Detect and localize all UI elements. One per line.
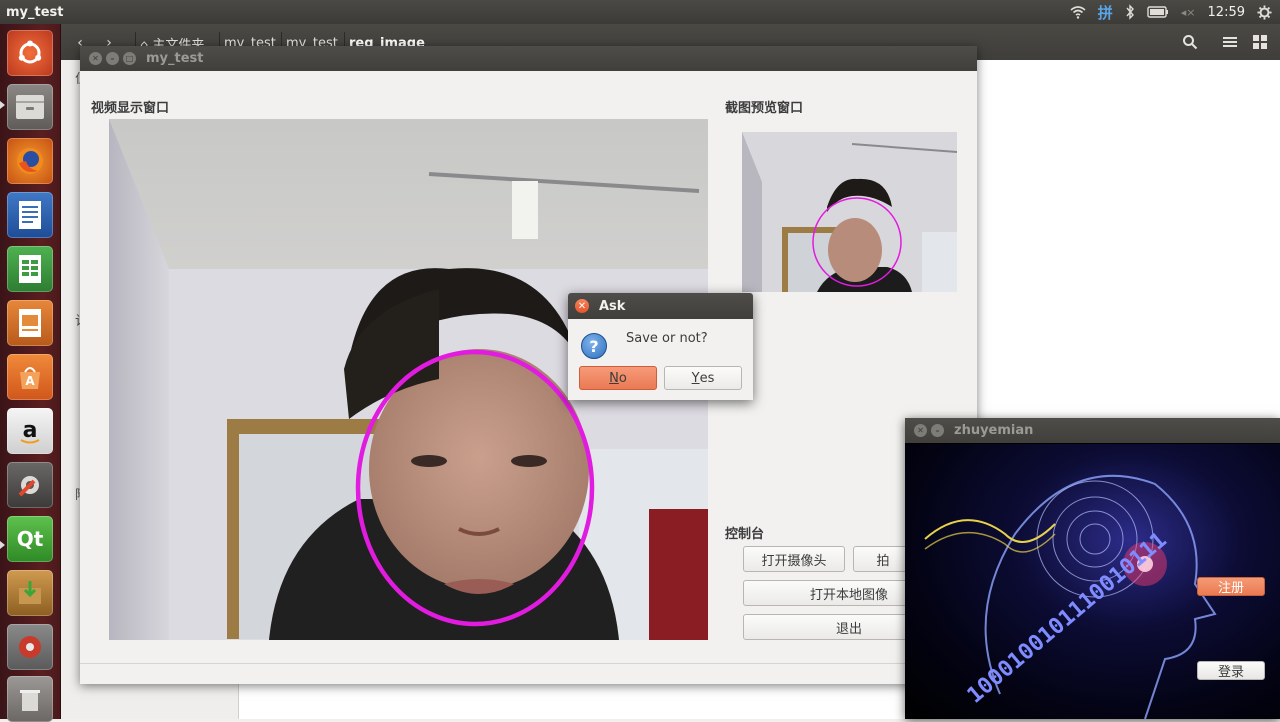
clock[interactable]: 12:59 — [1208, 5, 1245, 20]
input-method-icon[interactable]: 拼 — [1098, 2, 1113, 23]
calc-icon[interactable] — [7, 246, 53, 292]
ask-dialog-title: Ask — [599, 298, 626, 314]
files-icon[interactable] — [7, 84, 53, 130]
yes-button[interactable]: Yes — [664, 366, 742, 390]
preview-label: 截图预览窗口 — [725, 101, 804, 116]
minimize-icon[interactable]: – — [931, 424, 944, 437]
top-panel: my_test 拼 ◂× 12:59 — [0, 0, 1280, 24]
main-window: ✕ – □ my_test 视频显示窗口 截图预览窗口 控制台 打开摄像头 拍 … — [80, 46, 977, 684]
indicator-area: 拼 ◂× 12:59 — [1070, 0, 1272, 24]
zhuyemian-window: ✕ – zhuyemian 1000100101110010111 注册 登录 — [905, 418, 1280, 719]
screenshot-preview — [742, 132, 957, 292]
impress-icon[interactable] — [7, 300, 53, 346]
close-icon[interactable]: ✕ — [89, 52, 102, 65]
maximize-icon[interactable]: □ — [123, 52, 136, 65]
disk-icon[interactable] — [7, 624, 53, 670]
no-button[interactable]: No — [579, 366, 657, 390]
running-indicator — [0, 541, 5, 549]
open-camera-button[interactable]: 打开摄像头 — [743, 546, 845, 572]
video-label: 视频显示窗口 — [91, 101, 170, 116]
capture-button[interactable]: 拍 — [853, 546, 913, 572]
dash-home-icon[interactable] — [7, 30, 53, 76]
software-center-icon[interactable]: A — [7, 354, 53, 400]
gear-icon[interactable] — [1257, 4, 1272, 20]
close-icon[interactable]: ✕ — [914, 424, 927, 437]
register-button[interactable]: 注册 — [1197, 577, 1265, 596]
sound-muted-icon[interactable]: ◂× — [1181, 6, 1196, 19]
ask-dialog-titlebar[interactable]: ✕ Ask — [568, 293, 753, 319]
system-settings-icon[interactable] — [7, 462, 53, 508]
ask-dialog: ✕ Ask ? Save or not? No Yes — [568, 293, 753, 400]
launcher: A a Qt — [0, 24, 61, 722]
svg-text:a: a — [23, 418, 38, 443]
search-icon[interactable] — [1176, 30, 1204, 54]
main-window-titlebar[interactable]: ✕ – □ my_test — [80, 46, 977, 71]
bluetooth-icon[interactable] — [1125, 4, 1135, 20]
running-indicator — [0, 101, 5, 109]
minimize-icon[interactable]: – — [106, 52, 119, 65]
yes-label-rest: es — [699, 370, 715, 386]
dialog-message: Save or not? — [626, 331, 708, 346]
writer-icon[interactable] — [7, 192, 53, 238]
binary-digits: 1000100101110010111 — [963, 528, 1172, 709]
question-icon: ? — [581, 333, 607, 359]
amazon-icon[interactable]: a — [7, 408, 53, 454]
battery-icon[interactable] — [1147, 6, 1169, 18]
no-label-rest: o — [618, 370, 627, 386]
trash-icon[interactable] — [7, 676, 53, 722]
main-window-title: my_test — [146, 51, 204, 66]
svg-text:Qt: Qt — [17, 527, 44, 551]
view-options-icon[interactable] — [1246, 30, 1274, 54]
no-mnemonic: N — [609, 370, 619, 386]
login-button[interactable]: 登录 — [1197, 661, 1265, 680]
zhuyemian-title: zhuyemian — [954, 423, 1034, 438]
yes-mnemonic: Y — [691, 370, 700, 386]
wifi-icon[interactable] — [1070, 5, 1086, 19]
installer-icon[interactable] — [7, 570, 53, 616]
console-label: 控制台 — [725, 527, 765, 542]
active-app-title: my_test — [6, 4, 64, 20]
divider — [80, 663, 977, 664]
qt-creator-icon[interactable]: Qt — [7, 516, 53, 562]
zhuyemian-titlebar[interactable]: ✕ – zhuyemian — [905, 418, 1280, 443]
menu-icon[interactable] — [1216, 30, 1244, 54]
close-icon[interactable]: ✕ — [575, 299, 589, 313]
firefox-icon[interactable] — [7, 138, 53, 184]
svg-text:A: A — [25, 374, 35, 388]
